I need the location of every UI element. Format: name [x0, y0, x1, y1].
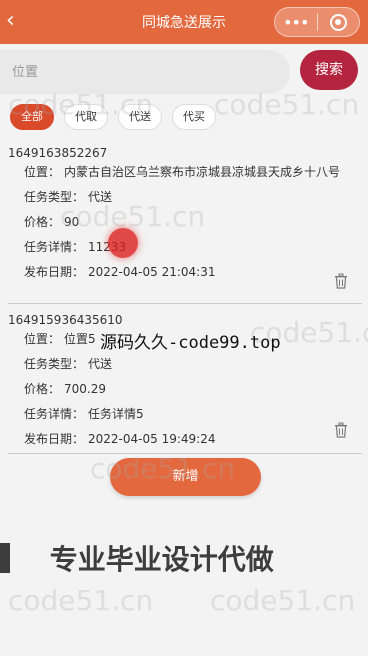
miniprogram-capsule: •••	[274, 7, 360, 37]
add-button[interactable]: 新增	[110, 458, 261, 496]
order-type: 任务类型： 代送	[24, 190, 113, 204]
tab-purchase[interactable]: 代买	[172, 104, 216, 130]
order-date: 发布日期： 2022-04-05 21:04:31	[24, 265, 216, 279]
order-list: 1649163852267 位置： 内蒙古自治区乌兰察布市凉城县凉城县天成乡十八号…	[8, 145, 362, 462]
order-type: 任务类型： 代送	[24, 357, 113, 371]
order-number: 1649163852267	[8, 146, 108, 160]
search-input[interactable]	[0, 50, 290, 94]
trash-icon[interactable]	[334, 422, 348, 438]
overlay-watermark-text: 源码久久-code99.top	[100, 333, 281, 353]
order-location: 位置： 内蒙古自治区乌兰察布市凉城县凉城县天成乡十八号	[24, 165, 341, 179]
search-button[interactable]: 搜索	[300, 50, 358, 90]
navigation-bar: ‹ 同城急送展示 •••	[0, 0, 368, 44]
more-menu-button[interactable]: •••	[275, 13, 317, 32]
order-price: 价格： 700.29	[24, 382, 107, 396]
order-number: 164915936435610	[8, 313, 123, 327]
watermark: code51.cn	[8, 584, 154, 617]
trash-icon[interactable]	[334, 273, 348, 289]
tap-indicator	[108, 228, 138, 258]
category-tabs: 全部 代取 代送 代买	[10, 104, 226, 130]
tab-delivery[interactable]: 代送	[118, 104, 162, 130]
order-detail: 任务详情： 11233	[24, 240, 127, 254]
order-detail: 任务详情： 任务详情5	[24, 407, 144, 421]
promo-banner: 专业毕业设计代做	[0, 538, 368, 582]
close-miniprogram-button[interactable]	[318, 13, 360, 31]
order-card[interactable]: 1649163852267 位置： 内蒙古自治区乌兰察布市凉城县凉城县天成乡十八号…	[8, 145, 362, 304]
order-date: 发布日期： 2022-04-05 19:49:24	[24, 432, 216, 446]
tab-all[interactable]: 全部	[10, 104, 54, 130]
target-icon	[329, 13, 347, 31]
watermark: code51.cn	[210, 584, 356, 617]
tab-pickup[interactable]: 代取	[64, 104, 108, 130]
order-price: 价格： 90	[24, 215, 80, 229]
